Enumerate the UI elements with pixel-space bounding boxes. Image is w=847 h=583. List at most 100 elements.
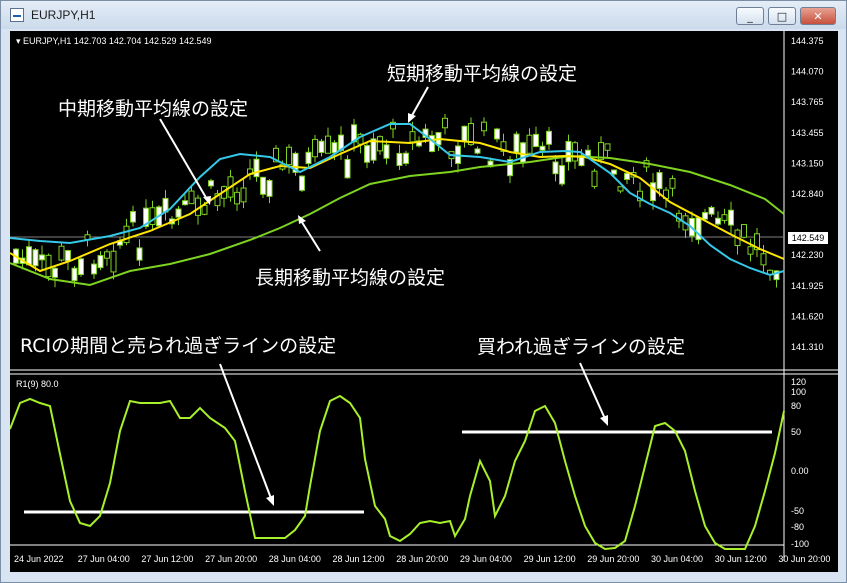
candle-body bbox=[461, 125, 468, 142]
rci-tick-label: 80 bbox=[791, 401, 801, 411]
time-tick-label: 29 Jun 12:00 bbox=[524, 554, 576, 564]
candle-body bbox=[253, 158, 260, 178]
rci-indicator-label: R1(9) 80.0 bbox=[16, 379, 59, 389]
time-tick-label: 27 Jun 12:00 bbox=[141, 554, 193, 564]
candle-body bbox=[442, 117, 448, 129]
chart-window-icon bbox=[10, 8, 24, 22]
candle-body bbox=[78, 258, 84, 276]
candle-body bbox=[650, 182, 656, 202]
candle-body bbox=[91, 263, 97, 275]
candle-body bbox=[130, 211, 136, 223]
candle-body bbox=[624, 172, 630, 180]
price-tick-label: 143.765 bbox=[791, 97, 824, 107]
candlesticks bbox=[13, 113, 780, 288]
candle-body bbox=[747, 246, 754, 255]
candle-body bbox=[552, 161, 559, 175]
mid-ma-annotation: 中期移動平均線の設定 bbox=[58, 98, 249, 120]
candle-body bbox=[604, 143, 611, 151]
candle-body bbox=[39, 254, 45, 261]
candle-body bbox=[591, 170, 598, 187]
time-axis-labels: 24 Jun 2022 27 Jun 04:00 27 Jun 12:00 27 Ju… bbox=[14, 554, 830, 564]
candle-body bbox=[708, 206, 715, 215]
candle-body bbox=[240, 187, 247, 203]
candle-body bbox=[26, 246, 32, 266]
candle-body bbox=[299, 175, 305, 191]
price-tick-label: 141.620 bbox=[791, 311, 824, 321]
candle-body bbox=[611, 169, 617, 175]
rci-tick-label: 50 bbox=[791, 427, 801, 437]
time-tick-label: 28 Jun 12:00 bbox=[333, 554, 385, 564]
rci-tick-label: -50 bbox=[791, 506, 804, 516]
candle-body bbox=[97, 255, 104, 269]
candle-body bbox=[494, 128, 500, 140]
candle-body bbox=[474, 148, 481, 154]
time-tick-label: 29 Jun 04:00 bbox=[460, 554, 512, 564]
time-tick-label: 30 Jun 20:00 bbox=[778, 554, 830, 564]
current-price-badge: 142.549 bbox=[788, 232, 828, 244]
long-ma-annotation: 長期移動平均線の設定 bbox=[255, 267, 446, 289]
candle-body bbox=[52, 267, 58, 278]
rci-annotation-arrow bbox=[219, 363, 274, 506]
rci-tick-label: -80 bbox=[791, 522, 804, 532]
candle-body bbox=[260, 176, 266, 195]
candle-body bbox=[175, 208, 182, 218]
maximize-button[interactable]: □ bbox=[768, 7, 796, 25]
title-bar[interactable]: EURJPY,H1 _ □ ✕ bbox=[1, 1, 846, 29]
candle-body bbox=[721, 214, 728, 221]
candle-body bbox=[32, 249, 39, 267]
close-button[interactable]: ✕ bbox=[800, 7, 836, 25]
candle-body bbox=[559, 165, 565, 185]
candle-body bbox=[344, 158, 351, 179]
candle-body bbox=[741, 224, 747, 238]
time-tick-label: 27 Jun 04:00 bbox=[78, 554, 130, 564]
candle-body bbox=[481, 121, 487, 132]
price-tick-label: 141.925 bbox=[791, 281, 824, 291]
candle-body bbox=[617, 186, 624, 192]
candle-body bbox=[318, 140, 325, 153]
rci-tick-label: 0.00 bbox=[791, 466, 809, 476]
overbought-annotation-arrow bbox=[579, 362, 608, 426]
short-annotation-arrow bbox=[408, 86, 429, 123]
candle-body bbox=[58, 245, 65, 261]
candle-body bbox=[728, 209, 734, 226]
time-tick-label: 29 Jun 20:00 bbox=[587, 554, 639, 564]
rci-tick-label: -100 bbox=[791, 539, 809, 549]
time-tick-label: 30 Jun 04:00 bbox=[651, 554, 703, 564]
candle-body bbox=[760, 253, 767, 266]
candle-body bbox=[234, 191, 240, 205]
time-tick-label: 30 Jun 12:00 bbox=[715, 554, 767, 564]
short-ma-annotation: 短期移動平均線の設定 bbox=[387, 63, 578, 85]
rci-tick-label: 120 bbox=[791, 377, 806, 387]
candle-body bbox=[208, 180, 214, 187]
rci-tick-label: 100 bbox=[791, 387, 806, 397]
price-tick-label: 144.070 bbox=[791, 67, 824, 77]
chart-window: EURJPY,H1 _ □ ✕ 144.375 144.070 143.765 143… bbox=[0, 0, 847, 583]
candle-body bbox=[266, 179, 273, 197]
rci-line bbox=[9, 394, 785, 551]
candle-body bbox=[305, 151, 312, 165]
time-tick-label: 28 Jun 04:00 bbox=[269, 554, 321, 564]
time-tick-label: 27 Jun 20:00 bbox=[205, 554, 257, 564]
chart-info: ▾ EURJPY,H1 142.703 142.704 142.529 142.… bbox=[16, 36, 212, 46]
minimize-button[interactable]: _ bbox=[736, 7, 764, 25]
candle-body bbox=[110, 250, 117, 273]
candle-body bbox=[513, 133, 520, 153]
candle-body bbox=[403, 152, 409, 164]
candle-body bbox=[585, 149, 591, 157]
candle-body bbox=[715, 217, 721, 225]
price-tick-label: 143.455 bbox=[791, 128, 824, 138]
candle-body bbox=[182, 200, 188, 206]
candle-body bbox=[533, 133, 539, 148]
window-title: EURJPY,H1 bbox=[31, 8, 96, 22]
candle-body bbox=[526, 134, 533, 154]
candle-body bbox=[136, 247, 143, 261]
price-tick-label: 143.150 bbox=[791, 158, 824, 168]
candle-body bbox=[396, 152, 403, 167]
candle-body bbox=[188, 190, 195, 205]
candle-body bbox=[377, 136, 383, 152]
candle-body bbox=[656, 172, 663, 190]
candle-body bbox=[71, 267, 78, 282]
candle-body bbox=[539, 145, 546, 151]
candle-body bbox=[520, 142, 526, 163]
chart-area[interactable]: 144.375 144.070 143.765 143.455 143.150 142.8… bbox=[9, 31, 838, 572]
